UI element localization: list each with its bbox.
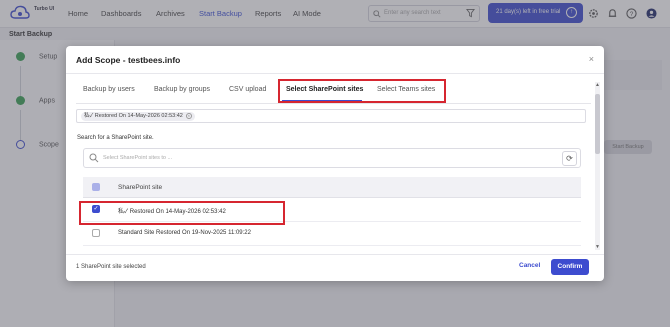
chip-label: 私✓ Restored On 14-May-2026 02:53:42	[84, 113, 183, 119]
add-scope-dialog: Add Scope - testbees.info × Backup by us…	[66, 46, 604, 281]
select-all-checkbox[interactable]	[92, 183, 100, 191]
cancel-button[interactable]: Cancel	[519, 262, 540, 269]
highlight-box-tabs	[278, 79, 446, 103]
scroll-up-icon[interactable]: ▲	[595, 82, 600, 88]
search-label: Search for a SharePoint site.	[77, 135, 154, 141]
divider	[66, 73, 604, 74]
sharepoint-search-input[interactable]: Select SharePoint sites to ... ⟳	[83, 148, 581, 168]
tab-backup-by-users[interactable]: Backup by users	[83, 86, 135, 93]
close-icon[interactable]: ×	[589, 54, 594, 64]
dialog-scrollbar[interactable]: ▲ ▼	[595, 82, 600, 250]
row-checkbox[interactable]	[92, 229, 100, 237]
refresh-button[interactable]: ⟳	[562, 151, 577, 166]
divider	[66, 254, 604, 255]
tab-csv-upload[interactable]: CSV upload	[229, 86, 266, 93]
dialog-title: Add Scope - testbees.info	[76, 55, 181, 65]
site-name: Standard Site Restored On 19-Nov-2025 11…	[118, 230, 251, 236]
table-header: SharePoint site	[83, 177, 581, 198]
chip-remove-icon[interactable]: ×	[185, 113, 192, 119]
search-placeholder: Select SharePoint sites to ...	[103, 155, 173, 161]
tabs-baseline	[76, 103, 591, 104]
selected-site-chip: 私✓ Restored On 14-May-2026 02:53:42 ×	[81, 112, 195, 121]
scroll-down-icon[interactable]: ▼	[595, 244, 600, 250]
column-header-sharepoint-site: SharePoint site	[118, 184, 163, 191]
refresh-icon: ⟳	[566, 154, 573, 163]
selected-chips-field[interactable]: 私✓ Restored On 14-May-2026 02:53:42 ×	[76, 109, 586, 123]
selection-count: 1 SharePoint site selected	[76, 264, 146, 270]
search-icon	[89, 153, 99, 163]
highlight-box-row	[79, 201, 285, 225]
tab-backup-by-groups[interactable]: Backup by groups	[154, 86, 210, 93]
table-row[interactable]: Standard Site Restored On 19-Nov-2025 11…	[83, 222, 581, 246]
scroll-thumb[interactable]	[595, 94, 600, 154]
confirm-button[interactable]: Confirm	[551, 259, 589, 275]
